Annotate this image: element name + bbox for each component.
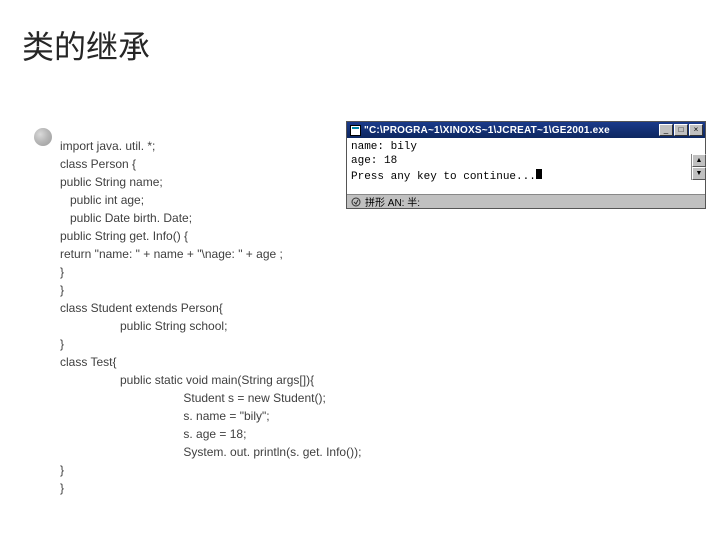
cursor-icon — [536, 169, 542, 179]
console-window: "C:\PROGRA~1\XINOXS~1\JCREAT~1\GE2001.ex… — [346, 121, 706, 209]
code-line: public static void main(String args[]){ — [60, 373, 314, 387]
code-line: class Test{ — [60, 355, 116, 369]
code-line: class Student extends Person{ — [60, 301, 223, 315]
minimize-button[interactable]: _ — [659, 124, 673, 136]
code-line: class Person { — [60, 157, 136, 171]
code-line: public String get. Info() { — [60, 229, 188, 243]
close-button[interactable]: × — [689, 124, 703, 136]
maximize-button[interactable]: □ — [674, 124, 688, 136]
scroll-down-button[interactable]: ▼ — [692, 167, 706, 180]
output-line: Press any key to continue... — [351, 171, 536, 183]
code-line: public String name; — [60, 175, 163, 189]
code-block: import java. util. *; class Person { pub… — [60, 137, 361, 497]
console-output: name: bily age: 18 Press any key to cont… — [347, 138, 705, 194]
code-line: } — [60, 463, 64, 477]
code-line: } — [60, 481, 64, 495]
app-icon — [349, 124, 361, 136]
output-line: age: 18 — [351, 155, 397, 167]
titlebar[interactable]: "C:\PROGRA~1\XINOXS~1\JCREAT~1\GE2001.ex… — [347, 122, 705, 138]
code-line: } — [60, 265, 64, 279]
code-line: Student s = new Student(); — [60, 391, 326, 405]
code-line: public String school; — [60, 319, 227, 333]
scroll-up-button[interactable]: ▲ — [692, 154, 706, 167]
code-line: System. out. println(s. get. Info()); — [60, 445, 361, 459]
code-line: public int age; — [60, 193, 144, 207]
titlebar-text: "C:\PROGRA~1\XINOXS~1\JCREAT~1\GE2001.ex… — [364, 125, 659, 136]
code-line: s. name = "bily"; — [60, 409, 270, 423]
code-line: } — [60, 283, 64, 297]
code-line: s. age = 18; — [60, 427, 246, 441]
code-line: public Date birth. Date; — [60, 211, 192, 225]
output-line: name: bily — [351, 141, 417, 153]
ime-icon — [351, 197, 361, 207]
status-text: 拼形 AN: 半: — [365, 194, 420, 209]
window-controls: _ □ × — [659, 124, 703, 136]
code-line: } — [60, 337, 64, 351]
code-line: return "name: " + name + "\nage: " + age… — [60, 247, 283, 261]
bullet-icon — [34, 128, 52, 146]
code-line: import java. util. *; — [60, 139, 155, 153]
page-title: 类的继承 — [22, 22, 150, 68]
vertical-scrollbar[interactable]: ▲ ▼ — [691, 154, 705, 180]
status-bar: 拼形 AN: 半: — [347, 194, 705, 208]
